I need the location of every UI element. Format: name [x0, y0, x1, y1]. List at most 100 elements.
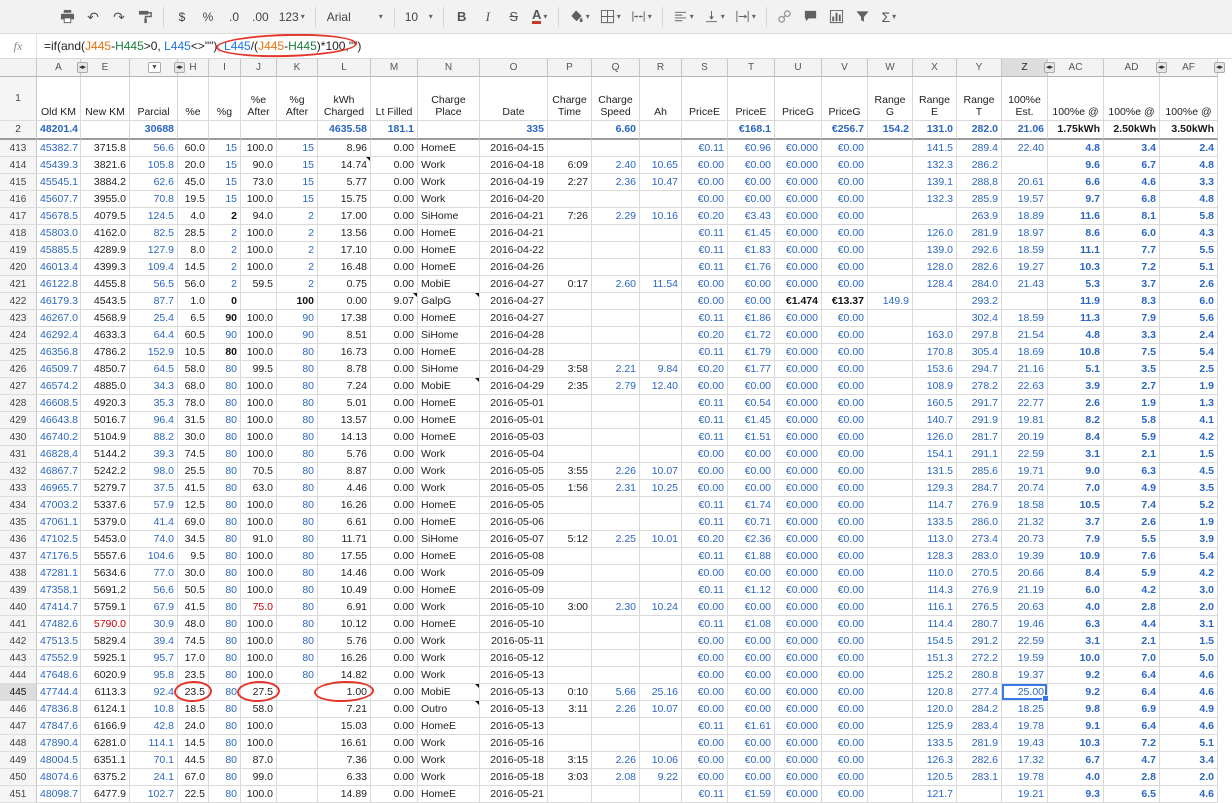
row-number-418[interactable]: 418: [0, 225, 37, 242]
cell-Y429[interactable]: 291.9: [957, 412, 1002, 429]
cell-R432[interactable]: 10.07: [640, 463, 682, 480]
cell-P418[interactable]: [548, 225, 592, 242]
cell-M436[interactable]: 0.00: [371, 531, 418, 548]
cell-T440[interactable]: €0.00: [728, 599, 775, 616]
cell-E430[interactable]: 5104.9: [81, 429, 130, 446]
cell-R449[interactable]: 10.06: [640, 752, 682, 769]
cell-W431[interactable]: [868, 446, 913, 463]
cell-Q445[interactable]: 5.66: [592, 684, 640, 701]
insert-comment-button[interactable]: [799, 4, 823, 30]
cell-T419[interactable]: €1.83: [728, 242, 775, 259]
cell-AC447[interactable]: 9.1: [1048, 718, 1104, 735]
cell-Y444[interactable]: 280.8: [957, 667, 1002, 684]
cell-AF423[interactable]: 5.6: [1160, 310, 1218, 327]
cell-AC423[interactable]: 11.3: [1048, 310, 1104, 327]
cell-AF2[interactable]: 3.50kWh: [1160, 121, 1218, 140]
cell-AD414[interactable]: 6.7: [1104, 157, 1160, 174]
cell-Z451[interactable]: 19.21: [1002, 786, 1048, 803]
cell-A432[interactable]: 46867.7: [37, 463, 81, 480]
cell-AC418[interactable]: 8.6: [1048, 225, 1104, 242]
cell-AD427[interactable]: 2.7: [1104, 378, 1160, 395]
cell-M414[interactable]: 0.00: [371, 157, 418, 174]
cell-I2[interactable]: [209, 121, 241, 140]
cell-P436[interactable]: 5:12: [548, 531, 592, 548]
cell-X450[interactable]: 120.5: [913, 769, 957, 786]
cell-L441[interactable]: 10.12: [318, 616, 371, 633]
cell-V443[interactable]: €0.00: [822, 650, 868, 667]
cell-H421[interactable]: 56.0: [178, 276, 209, 293]
cell-Z445[interactable]: 25.00: [1002, 684, 1048, 701]
cell-H439[interactable]: 50.5: [178, 582, 209, 599]
cell-E439[interactable]: 5691.2: [81, 582, 130, 599]
cell-S450[interactable]: €0.00: [682, 769, 728, 786]
cell-G440[interactable]: 67.9: [130, 599, 178, 616]
cell-E436[interactable]: 5453.0: [81, 531, 130, 548]
cell-G435[interactable]: 41.4: [130, 514, 178, 531]
cell-G441[interactable]: 30.9: [130, 616, 178, 633]
cell-J420[interactable]: 100.0: [241, 259, 277, 276]
cell-U418[interactable]: €0.000: [775, 225, 822, 242]
cell-I448[interactable]: 80: [209, 735, 241, 752]
cell-H435[interactable]: 69.0: [178, 514, 209, 531]
cell-G420[interactable]: 109.4: [130, 259, 178, 276]
cell-X417[interactable]: [913, 208, 957, 225]
cell-X431[interactable]: 154.1: [913, 446, 957, 463]
cell-T421[interactable]: €0.00: [728, 276, 775, 293]
cell-N438[interactable]: Work: [418, 565, 480, 582]
cell-T435[interactable]: €0.71: [728, 514, 775, 531]
cell-T448[interactable]: €0.00: [728, 735, 775, 752]
cell-AF422[interactable]: 6.0: [1160, 293, 1218, 310]
cell-Q420[interactable]: [592, 259, 640, 276]
cell-W429[interactable]: [868, 412, 913, 429]
cell-J432[interactable]: 70.5: [241, 463, 277, 480]
cell-N432[interactable]: Work: [418, 463, 480, 480]
cell-Q438[interactable]: [592, 565, 640, 582]
cell-P431[interactable]: [548, 446, 592, 463]
cell-J415[interactable]: 73.0: [241, 174, 277, 191]
cell-Z415[interactable]: 20.61: [1002, 174, 1048, 191]
cell-K414[interactable]: 15: [277, 157, 318, 174]
cell-T438[interactable]: €0.00: [728, 565, 775, 582]
cell-H445[interactable]: 23.5: [178, 684, 209, 701]
cell-M417[interactable]: 0.00: [371, 208, 418, 225]
cell-V447[interactable]: €0.00: [822, 718, 868, 735]
cell-M449[interactable]: 0.00: [371, 752, 418, 769]
cell-T433[interactable]: €0.00: [728, 480, 775, 497]
hidden-columns-marker[interactable]: ◂▸: [1044, 62, 1055, 73]
cell-W451[interactable]: [868, 786, 913, 803]
cell-AD446[interactable]: 6.9: [1104, 701, 1160, 718]
cell-W419[interactable]: [868, 242, 913, 259]
cell-U438[interactable]: €0.000: [775, 565, 822, 582]
cell-H449[interactable]: 44.5: [178, 752, 209, 769]
cell-U420[interactable]: €0.000: [775, 259, 822, 276]
cell-Y428[interactable]: 291.7: [957, 395, 1002, 412]
row-number-429[interactable]: 429: [0, 412, 37, 429]
column-filter-icon[interactable]: ▼: [148, 62, 161, 73]
cell-L2[interactable]: 4635.58: [318, 121, 371, 140]
cell-Y421[interactable]: 284.0: [957, 276, 1002, 293]
cell-O436[interactable]: 2016-05-07: [480, 531, 548, 548]
cell-K421[interactable]: 2: [277, 276, 318, 293]
cell-O439[interactable]: 2016-05-09: [480, 582, 548, 599]
cell-X446[interactable]: 120.0: [913, 701, 957, 718]
cell-A448[interactable]: 47890.4: [37, 735, 81, 752]
cell-M450[interactable]: 0.00: [371, 769, 418, 786]
cell-AD441[interactable]: 4.4: [1104, 616, 1160, 633]
cell-Y440[interactable]: 276.5: [957, 599, 1002, 616]
cell-L438[interactable]: 14.46: [318, 565, 371, 582]
cell-S2[interactable]: [682, 121, 728, 140]
insert-link-button[interactable]: [773, 4, 797, 30]
hidden-columns-marker[interactable]: ◂▸: [1156, 62, 1167, 73]
cell-N443[interactable]: Work: [418, 650, 480, 667]
cell-AD445[interactable]: 6.4: [1104, 684, 1160, 701]
cell-Y435[interactable]: 286.0: [957, 514, 1002, 531]
cell-P451[interactable]: [548, 786, 592, 803]
cell-Y449[interactable]: 282.6: [957, 752, 1002, 769]
cell-O433[interactable]: 2016-05-05: [480, 480, 548, 497]
cell-N447[interactable]: HomeE: [418, 718, 480, 735]
cell-E441[interactable]: 5790.0: [81, 616, 130, 633]
cell-R426[interactable]: 9.84: [640, 361, 682, 378]
cell-A440[interactable]: 47414.7: [37, 599, 81, 616]
cell-M444[interactable]: 0.00: [371, 667, 418, 684]
cell-T442[interactable]: €0.00: [728, 633, 775, 650]
